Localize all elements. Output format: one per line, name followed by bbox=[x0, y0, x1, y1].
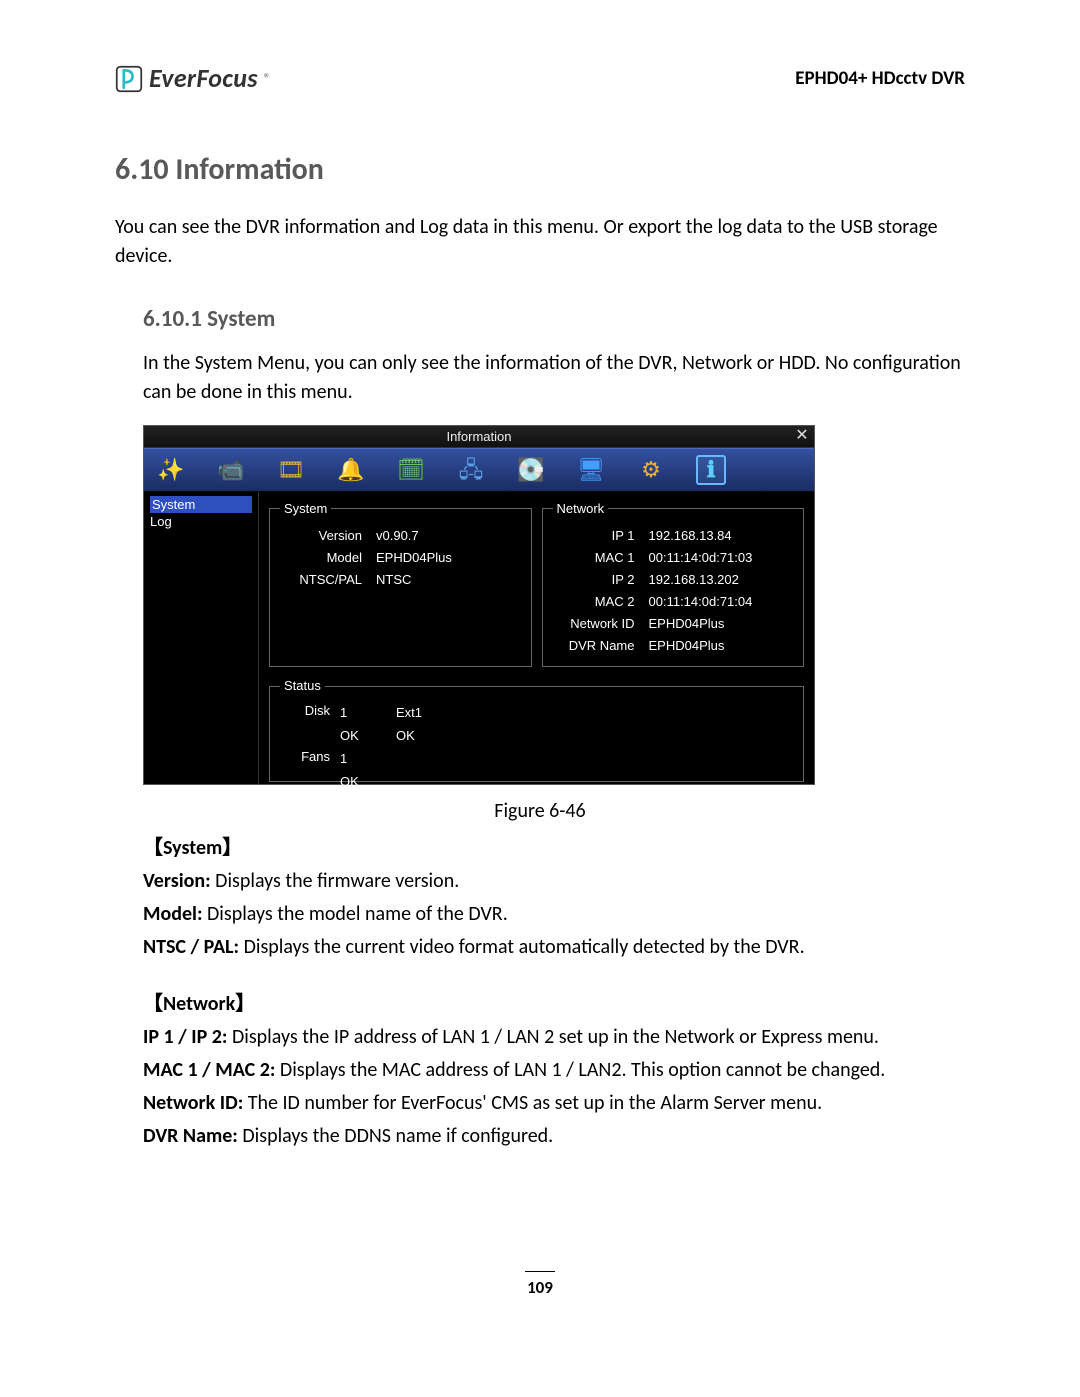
network-legend: Network bbox=[553, 500, 609, 519]
display-icon[interactable]: 🖥 bbox=[576, 455, 606, 485]
close-icon[interactable]: ✕ bbox=[794, 428, 810, 444]
section-heading: 6.10 Information bbox=[115, 148, 965, 192]
window-titlebar: Information ✕ bbox=[144, 426, 814, 448]
status-group: Status Disk 1 Ext1 OK OK Fans 1 bbox=[269, 677, 804, 782]
page-header: EverFocus ® EPHD04+ HDcctv DVR bbox=[115, 60, 965, 98]
camera-icon[interactable]: 📹 bbox=[216, 455, 246, 485]
schedule-icon[interactable]: 🗓 bbox=[396, 455, 426, 485]
main-panel: System Versionv0.90.7 ModelEPHD04Plus NT… bbox=[259, 492, 814, 784]
network-description: 【Network】 IP 1 / IP 2: Displays the IP a… bbox=[143, 990, 965, 1151]
network-icon[interactable]: 🖧 bbox=[456, 455, 486, 485]
status-legend: Status bbox=[280, 677, 325, 696]
subsection-intro: In the System Menu, you can only see the… bbox=[143, 349, 965, 407]
alarm-icon[interactable]: 🔔 bbox=[336, 455, 366, 485]
sidebar-item-log[interactable]: Log bbox=[150, 513, 252, 530]
toolbar: ✨ 📹 🎞 🔔 🗓 🖧 💽 🖥 ⚙ ℹ bbox=[144, 448, 814, 492]
disk-icon[interactable]: 💽 bbox=[516, 455, 546, 485]
settings-icon[interactable]: ⚙ bbox=[636, 455, 666, 485]
section-intro: You can see the DVR information and Log … bbox=[115, 213, 965, 271]
trademark: ® bbox=[264, 69, 271, 89]
figure-caption: Figure 6-46 bbox=[115, 797, 965, 826]
everfocus-logo-icon bbox=[115, 65, 143, 93]
sidebar-item-system[interactable]: System bbox=[150, 496, 252, 513]
sidebar: System Log bbox=[144, 492, 259, 784]
subsection-heading: 6.10.1 System bbox=[143, 303, 965, 336]
system-label: 【System】 bbox=[143, 834, 965, 863]
dvr-screenshot: Information ✕ ✨ 📹 🎞 🔔 🗓 🖧 💽 🖥 ⚙ ℹ System… bbox=[143, 425, 815, 785]
record-icon[interactable]: 🎞 bbox=[276, 455, 306, 485]
network-label: 【Network】 bbox=[143, 990, 965, 1019]
page-number: 109 bbox=[115, 1271, 965, 1301]
brand-logo: EverFocus ® bbox=[115, 60, 271, 98]
system-description: 【System】 Version: Displays the firmware … bbox=[143, 834, 965, 962]
system-group: System Versionv0.90.7 ModelEPHD04Plus NT… bbox=[269, 500, 532, 668]
info-icon[interactable]: ℹ bbox=[696, 455, 726, 485]
window-title: Information bbox=[446, 429, 511, 444]
network-group: Network IP 1192.168.13.84 MAC 100:11:14:… bbox=[542, 500, 805, 668]
product-name: EPHD04+ HDcctv DVR bbox=[795, 65, 965, 93]
brand-name: EverFocus bbox=[149, 60, 258, 98]
wizard-icon[interactable]: ✨ bbox=[156, 455, 186, 485]
system-legend: System bbox=[280, 500, 331, 519]
